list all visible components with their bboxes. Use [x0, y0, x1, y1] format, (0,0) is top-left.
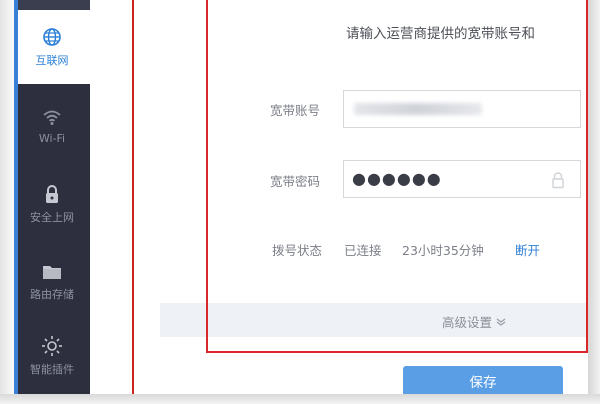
advanced-settings-toggle[interactable]: 高级设置	[442, 312, 506, 331]
sidebar-item-internet[interactable]: 互联网	[14, 10, 90, 84]
sidebar-item-storage[interactable]: 路由存储	[14, 244, 90, 318]
password-value: ●●●●●●	[352, 169, 442, 188]
save-button[interactable]: 保存	[403, 366, 563, 396]
disconnect-link[interactable]: 断开	[515, 240, 540, 259]
status-label: 拨号状态	[272, 243, 323, 258]
account-input[interactable]	[343, 90, 581, 128]
instruction-text: 请输入运营商提供的宽带账号和	[346, 26, 535, 42]
account-label: 宽带账号	[270, 103, 321, 118]
sidebar-item-label: 智能插件	[30, 363, 74, 376]
highlight-border-left	[132, 0, 134, 394]
frame-shadow-right	[588, 0, 600, 404]
frame-shadow-bottom	[0, 394, 600, 404]
sidebar-item-plugins[interactable]: 智能插件	[14, 318, 90, 394]
sidebar-item-label: 互联网	[35, 54, 69, 67]
sidebar-item-security[interactable]: 安全上网	[14, 168, 90, 240]
sidebar-item-label: 路由存储	[30, 288, 74, 301]
folder-icon	[41, 260, 63, 282]
sidebar-item-label: Wi-Fi	[38, 131, 66, 145]
sidebar-item-label: 安全上网	[30, 211, 74, 224]
lock-icon	[41, 183, 63, 205]
password-input[interactable]: ●●●●●●	[343, 160, 581, 198]
account-value-blurred	[354, 103, 482, 115]
sidebar-top-item	[14, 0, 90, 10]
status-duration: 23小时35分钟	[402, 243, 484, 258]
wifi-icon	[41, 106, 63, 128]
sidebar-item-wifi[interactable]: Wi-Fi	[14, 90, 90, 160]
status-state: 已连接	[344, 243, 382, 258]
password-label: 宽带密码	[270, 174, 321, 189]
sidebar: 互联网 Wi-Fi 安全上网 路由存储 智能插件	[14, 0, 90, 394]
advanced-settings-label: 高级设置	[442, 315, 493, 330]
bulb-icon	[41, 335, 63, 357]
chevron-down-icon	[496, 318, 506, 326]
password-lock-icon	[552, 172, 564, 189]
sidebar-accent-bar	[14, 0, 18, 394]
globe-icon	[41, 26, 63, 48]
frame-shadow-left	[0, 0, 14, 394]
